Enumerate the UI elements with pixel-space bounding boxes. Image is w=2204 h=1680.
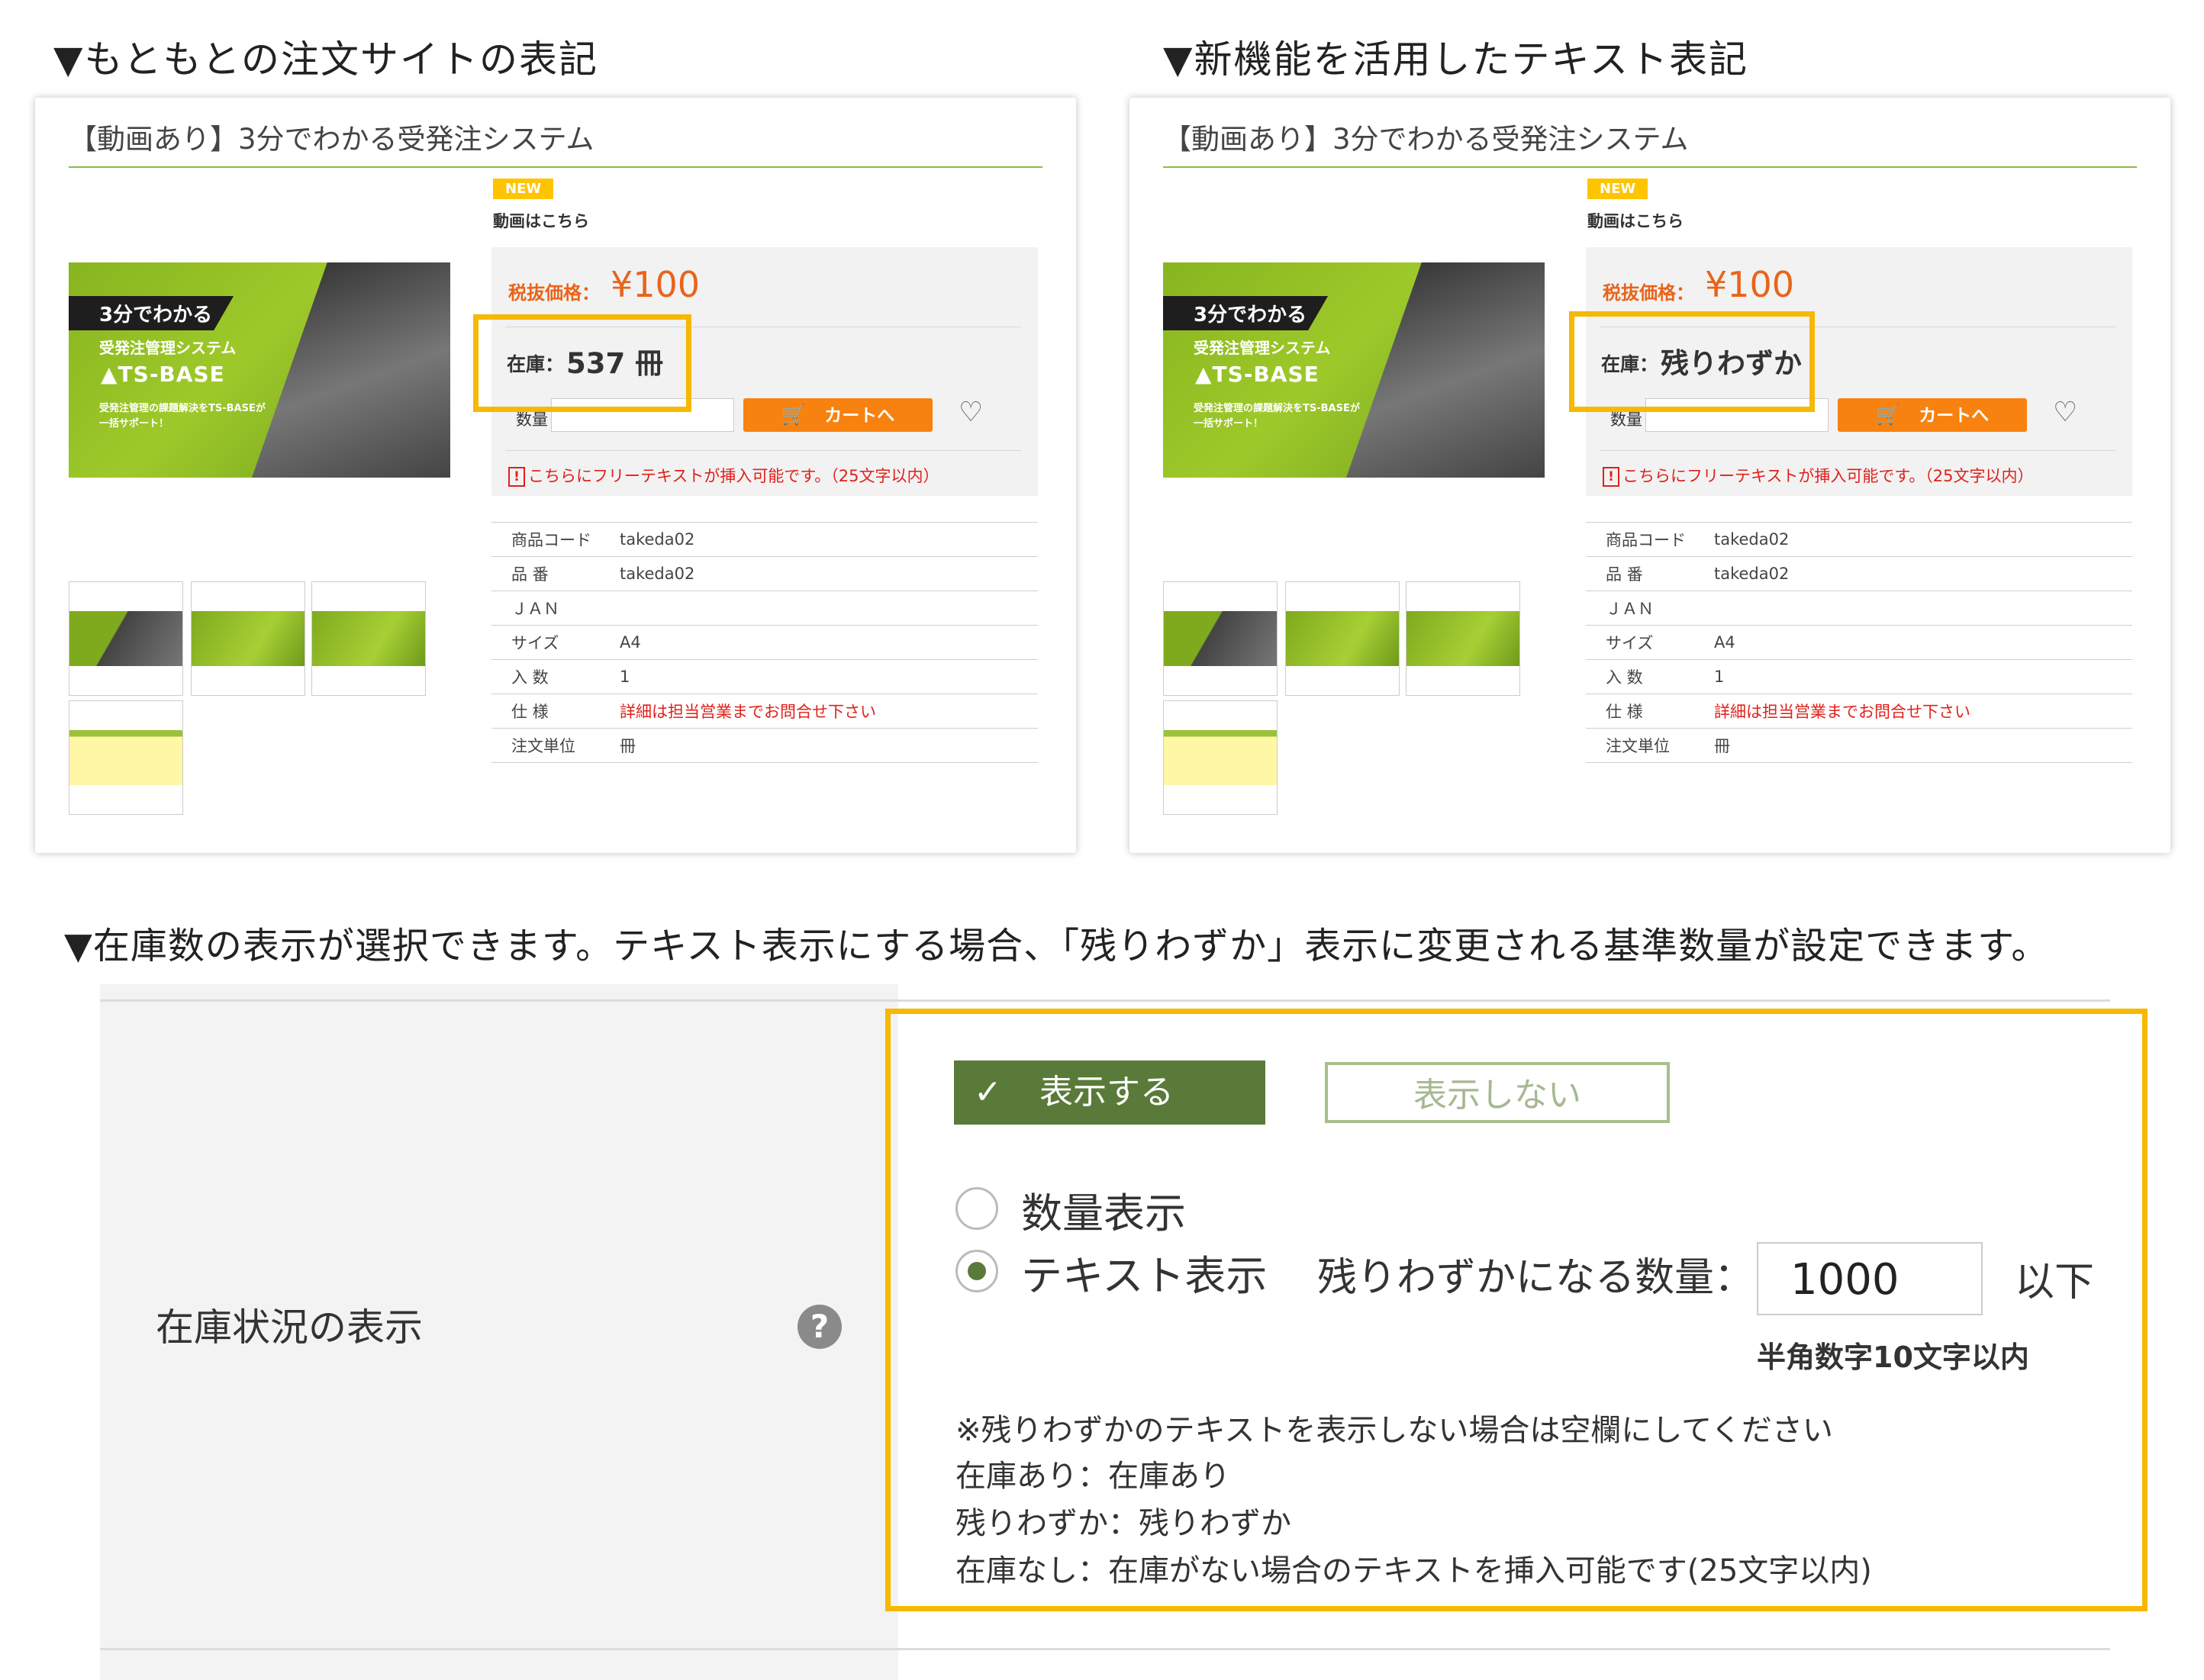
caption-new-feature: ▼新機能を活用したテキスト表記: [1163, 37, 1748, 82]
new-badge: NEW: [1587, 179, 1648, 199]
thumbnail-4[interactable]: [69, 700, 183, 815]
product-main-image[interactable]: 3分でわかる 受発注管理システム ▲TS-BASE 受発注管理の課題解決をTS-…: [1163, 262, 1545, 478]
heart-icon[interactable]: ♡: [2053, 397, 2077, 428]
banner-title: 受発注管理システム: [99, 339, 237, 357]
caption-original: ▼もともとの注文サイトの表記: [53, 37, 598, 82]
table-row: サイズ A4: [491, 625, 1038, 660]
table-row: 仕 様詳細は担当営業までお問合せ下さい: [1586, 694, 2132, 729]
free-text-note: ! こちらにフリーテキストが挿入可能です。（25文字以内）: [508, 464, 939, 487]
thumbnail-3[interactable]: [311, 581, 426, 696]
price-label: 税抜価格：: [1603, 282, 1694, 304]
table-row: 仕 様詳細は担当営業までお問合せ下さい: [491, 694, 1038, 729]
thumbnail-1[interactable]: [1163, 581, 1278, 696]
spec-table: 商品コード takeda02 品 番 takeda02 ＪＡＮ サイズ A4 入 数1…: [1586, 522, 2132, 763]
table-row: サイズ A4: [1586, 625, 2132, 660]
table-row: ＪＡＮ: [491, 591, 1038, 626]
product-title: 【動画あり】3分でわかる受発注システム: [1163, 116, 2137, 168]
table-row: 商品コード takeda02: [491, 522, 1038, 557]
cart-icon: 🛒: [1875, 404, 1901, 426]
banner-logo: ▲TS-BASE: [101, 362, 225, 387]
free-text-note: ! こちらにフリーテキストが挿入可能です。（25文字以内）: [1603, 464, 2034, 487]
price-label: 税抜価格：: [508, 282, 600, 304]
add-to-cart-button[interactable]: 🛒 カートへ: [743, 398, 933, 432]
table-row: 品 番 takeda02: [491, 556, 1038, 591]
video-link[interactable]: 動画はこちら: [1587, 209, 1684, 232]
caption-settings: ▼在庫数の表示が選択できます。テキスト表示にする場合、「残りわずか」表示に変更さ…: [64, 925, 2049, 967]
table-row: ＪＡＮ: [1586, 591, 2132, 626]
table-row: 入 数1: [491, 659, 1038, 694]
banner-logo: ▲TS-BASE: [1195, 362, 1320, 387]
cart-icon: 🛒: [781, 404, 807, 426]
banner-tag: 3分でわかる: [1163, 296, 1329, 330]
highlight-box-stock: [1569, 311, 1815, 412]
add-to-cart-button[interactable]: 🛒 カートへ: [1838, 398, 2027, 432]
setting-label-stock-display: 在庫状況の表示: [156, 1305, 423, 1350]
banner-tag: 3分でわかる: [69, 296, 234, 330]
product-title: 【動画あり】3分でわかる受発注システム: [69, 116, 1042, 168]
table-row: 品 番 takeda02: [1586, 556, 2132, 591]
product-main-image[interactable]: 3分でわかる 受発注管理システム ▲TS-BASE 受発注管理の課題解決をTS-…: [69, 262, 450, 478]
table-row: 商品コード takeda02: [1586, 522, 2132, 557]
product-card-original: 【動画あり】3分でわかる受発注システム 3分でわかる 受発注管理システム ▲TS…: [35, 98, 1076, 853]
banner-title: 受発注管理システム: [1194, 339, 1331, 357]
thumbnail-2[interactable]: [1285, 581, 1400, 696]
heart-icon[interactable]: ♡: [959, 397, 983, 428]
price-value: ¥100: [1705, 264, 1795, 305]
alert-icon: !: [1603, 467, 1619, 487]
help-icon[interactable]: ?: [798, 1305, 842, 1349]
price-value: ¥100: [611, 264, 701, 305]
highlight-box-settings: [885, 1009, 2148, 1611]
table-row: 入 数1: [1586, 659, 2132, 694]
table-row: 注文単位冊: [491, 728, 1038, 763]
thumbnail-1[interactable]: [69, 581, 183, 696]
banner-subtitle: 受発注管理の課題解決をTS-BASEが一括サポート！: [99, 403, 266, 430]
video-link[interactable]: 動画はこちら: [493, 209, 589, 232]
highlight-box-stock: [473, 314, 691, 412]
spec-table: 商品コード takeda02 品 番 takeda02 ＪＡＮ サイズ A4 入 数1…: [491, 522, 1038, 763]
divider: [100, 1648, 2110, 1650]
banner-subtitle: 受発注管理の課題解決をTS-BASEが一括サポート！: [1194, 403, 1360, 430]
table-row: 注文単位冊: [1586, 728, 2132, 763]
alert-icon: !: [508, 467, 525, 487]
new-badge: NEW: [493, 179, 554, 199]
thumbnail-4[interactable]: [1163, 700, 1278, 815]
divider: [100, 999, 2110, 1002]
product-card-new: 【動画あり】3分でわかる受発注システム 3分でわかる 受発注管理システム ▲TS…: [1129, 98, 2170, 853]
thumbnail-3[interactable]: [1406, 581, 1520, 696]
thumbnail-2[interactable]: [191, 581, 305, 696]
